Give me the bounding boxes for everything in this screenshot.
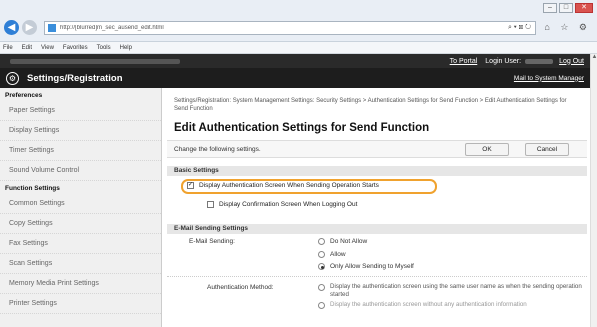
address-url: http://[blurred]m_sec_ausend_edit.html (60, 25, 164, 31)
auth-same-user-label: Display the authentication screen using … (330, 283, 582, 298)
main-content: Settings/Registration: System Management… (162, 88, 590, 327)
sidebar-heading-preferences: Preferences (5, 92, 43, 99)
sidebar-item-copy-settings[interactable]: Copy Settings (0, 214, 161, 234)
cancel-button[interactable]: Cancel (525, 143, 569, 156)
browser-chrome: – □ ✕ ◀ ▶ http://[blurred]m_sec_ausend_e… (0, 0, 597, 42)
home-favorites-tools-icons[interactable]: ⌂ ☆ ⚙ (544, 22, 591, 33)
basic-settings-heading: Basic Settings (167, 166, 587, 176)
device-topbar: To Portal Login User: Log Out (0, 54, 590, 68)
email-sending-settings-heading: E-Mail Sending Settings (167, 224, 587, 234)
change-instructions: Change the following settings. (174, 146, 261, 153)
confirm-logout-checkbox[interactable] (207, 201, 214, 208)
radio-do-not-allow-label: Do Not Allow (330, 238, 368, 245)
page-title: Edit Authentication Settings for Send Fu… (174, 122, 430, 134)
vertical-scrollbar[interactable]: ▲ (590, 54, 597, 327)
auth-no-info-label: Display the authentication screen withou… (330, 301, 527, 308)
radio-allow[interactable]: Allow (318, 251, 346, 258)
radio-only-allow-myself[interactable]: Only Allow Sending to Myself (318, 263, 414, 270)
menu-favorites[interactable]: Favorites (63, 45, 88, 51)
radio-allow-label: Allow (330, 251, 346, 258)
radio-only-allow-myself-button[interactable] (318, 263, 325, 270)
gear-icon: ⚙ (6, 71, 19, 85)
menu-view[interactable]: View (41, 45, 54, 51)
address-bar[interactable]: http://[blurred]m_sec_ausend_edit.html ⌕… (44, 21, 536, 35)
radio-auth-same-user[interactable] (318, 284, 325, 291)
forward-icon[interactable]: ▶ (22, 20, 37, 35)
address-tools-icons[interactable]: ⌕ ▾ ⊠ ↻ (508, 24, 535, 32)
sidebar: Preferences Paper Settings Display Setti… (0, 88, 162, 327)
scroll-up-icon[interactable]: ▲ (591, 54, 597, 64)
page-header-title: Settings/Registration (27, 72, 123, 84)
menu-help[interactable]: Help (120, 45, 132, 51)
mail-to-system-manager-link[interactable]: Mail to System Manager (514, 75, 590, 82)
sidebar-item-paper-settings[interactable]: Paper Settings (0, 101, 161, 121)
menu-bar: File Edit View Favorites Tools Help (0, 42, 597, 54)
radio-only-allow-myself-label: Only Allow Sending to Myself (330, 263, 414, 270)
window-controls: – □ ✕ (543, 3, 593, 13)
separator (167, 276, 587, 277)
display-auth-screen-label: Display Authentication Screen When Sendi… (199, 182, 379, 189)
sidebar-item-fax-settings[interactable]: Fax Settings (0, 234, 161, 254)
menu-tools[interactable]: Tools (97, 45, 111, 51)
sidebar-item-memory-media-print-settings[interactable]: Memory Media Print Settings (0, 274, 161, 294)
sidebar-heading-function-settings: Function Settings (5, 185, 60, 192)
page-icon (48, 24, 56, 32)
display-auth-screen-option[interactable]: ✓ Display Authentication Screen When Sen… (187, 182, 379, 189)
browser-window: – □ ✕ ◀ ▶ http://[blurred]m_sec_ausend_e… (0, 0, 597, 327)
close-button[interactable]: ✕ (575, 3, 593, 13)
back-icon[interactable]: ◀ (4, 20, 19, 35)
radio-do-not-allow[interactable]: Do Not Allow (318, 238, 367, 245)
log-out-link[interactable]: Log Out (559, 58, 590, 65)
authentication-method-label: Authentication Method: (207, 284, 274, 291)
sidebar-item-printer-settings[interactable]: Printer Settings (0, 294, 161, 314)
radio-auth-no-info[interactable] (318, 302, 325, 309)
sidebar-item-common-settings[interactable]: Common Settings (0, 194, 161, 214)
confirm-logout-label: Display Confirmation Screen When Logging… (219, 201, 358, 208)
menu-edit[interactable]: Edit (22, 45, 32, 51)
sidebar-item-timer-settings[interactable]: Timer Settings (0, 141, 161, 161)
sidebar-item-display-settings[interactable]: Display Settings (0, 121, 161, 141)
email-sending-label: E-Mail Sending: (189, 238, 235, 245)
breadcrumb: Settings/Registration: System Management… (174, 98, 567, 112)
sidebar-item-scan-settings[interactable]: Scan Settings (0, 254, 161, 274)
login-user-blurred (525, 58, 554, 64)
maximize-button[interactable]: □ (559, 3, 573, 13)
menu-file[interactable]: File (3, 45, 13, 51)
login-user-label: Login User: (485, 57, 522, 65)
ok-button[interactable]: OK (465, 143, 509, 156)
display-auth-screen-checkbox[interactable]: ✓ (187, 182, 194, 189)
confirm-logout-option[interactable]: Display Confirmation Screen When Logging… (207, 201, 357, 208)
settings-header: ⚙ Settings/Registration Mail to System M… (0, 68, 590, 88)
action-bar: Change the following settings. OK Cancel (167, 140, 587, 158)
radio-allow-button[interactable] (318, 251, 325, 258)
device-name-blurred (10, 58, 180, 64)
minimize-button[interactable]: – (543, 3, 557, 13)
to-portal-link[interactable]: To Portal (450, 58, 486, 65)
nav-buttons: ◀ ▶ (4, 20, 37, 35)
radio-do-not-allow-button[interactable] (318, 238, 325, 245)
sidebar-item-sound-volume-control[interactable]: Sound Volume Control (0, 161, 161, 181)
